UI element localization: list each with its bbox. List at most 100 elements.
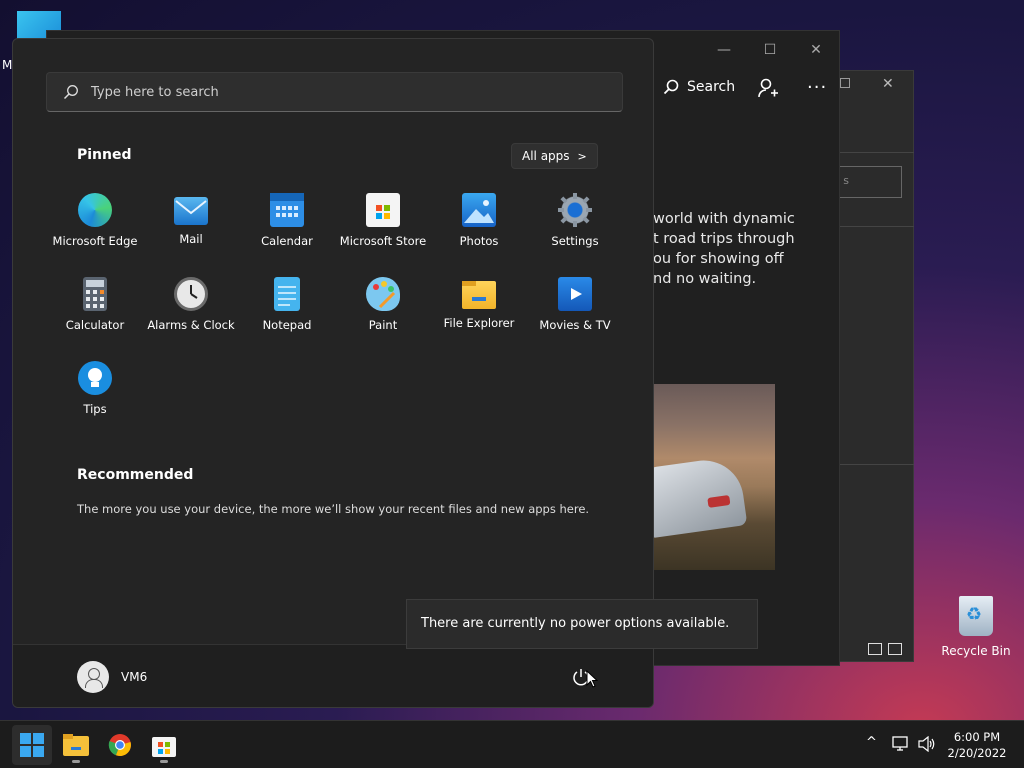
close-icon[interactable]: ✕ xyxy=(801,39,831,61)
article-text: world with dynamic t road trips through … xyxy=(653,209,833,289)
all-apps-button[interactable]: All apps > xyxy=(511,143,598,169)
taskbar-chrome[interactable] xyxy=(100,725,140,765)
tips-icon xyxy=(78,361,112,395)
pinned-app-photos[interactable]: Photos xyxy=(431,189,527,273)
windows-logo-icon xyxy=(20,733,44,757)
pinned-app-movies-tv[interactable]: Movies & TV xyxy=(527,273,623,357)
minimize-icon[interactable]: — xyxy=(709,39,739,61)
calendar-icon xyxy=(270,193,304,227)
article-line: t road trips through xyxy=(653,231,795,247)
clock-time: 6:00 PM xyxy=(953,730,1001,744)
volume-icon[interactable] xyxy=(918,736,936,752)
app-label: Movies & TV xyxy=(539,318,611,332)
add-account-icon[interactable] xyxy=(757,77,779,99)
desktop-app-label: M xyxy=(2,58,13,72)
pinned-app-alarms-clock[interactable]: Alarms & Clock xyxy=(143,273,239,357)
recommended-text: The more you use your device, the more w… xyxy=(77,502,590,516)
store-icon xyxy=(366,193,400,227)
start-search-input[interactable]: Type here to search xyxy=(46,72,623,112)
folder-icon xyxy=(63,734,89,756)
app-label: Tips xyxy=(83,402,107,416)
divider xyxy=(838,464,914,465)
running-indicator xyxy=(72,760,80,763)
start-button[interactable] xyxy=(12,725,52,765)
more-options-icon[interactable]: ··· xyxy=(807,77,827,98)
notepad-icon xyxy=(274,277,300,311)
chrome-icon xyxy=(108,734,131,757)
list-view-icon[interactable] xyxy=(868,643,882,655)
store-search-button[interactable]: Search xyxy=(663,79,735,95)
folder-icon xyxy=(462,281,496,309)
app-label: Calendar xyxy=(261,234,313,248)
app-label: Calculator xyxy=(65,318,125,332)
recommended-title: Recommended xyxy=(77,467,194,483)
game-screenshot[interactable] xyxy=(653,384,775,570)
recycle-bin-label: Recycle Bin xyxy=(941,644,1011,658)
photos-icon xyxy=(462,193,496,227)
pinned-app-settings[interactable]: Settings xyxy=(527,189,623,273)
running-indicator xyxy=(160,760,168,763)
app-label: File Explorer xyxy=(443,316,515,330)
app-label: Alarms & Clock xyxy=(147,318,235,332)
pinned-app-file-explorer[interactable]: File Explorer xyxy=(431,273,527,357)
pinned-app-paint[interactable]: Paint xyxy=(335,273,431,357)
search-label: Search xyxy=(687,79,736,95)
chevron-up-icon[interactable]: ^ xyxy=(866,735,877,750)
taskbar-microsoft-store[interactable] xyxy=(144,725,184,765)
view-toggle[interactable] xyxy=(868,643,902,655)
start-footer: VM6 xyxy=(13,644,653,707)
taskbar: ^ 6:00 PM 2/20/2022 xyxy=(0,720,1024,768)
divider xyxy=(838,152,914,153)
pinned-apps-grid: Microsoft Edge Mail Calendar Microsoft S… xyxy=(47,189,631,441)
search-icon xyxy=(63,85,78,100)
pinned-app-tips[interactable]: Tips xyxy=(47,357,143,441)
taskbar-clock[interactable]: 6:00 PM 2/20/2022 xyxy=(942,729,1012,761)
secondary-window-field[interactable]: s xyxy=(838,166,902,198)
all-apps-label: All apps xyxy=(522,149,570,163)
edge-icon xyxy=(78,193,112,227)
close-icon[interactable]: ✕ xyxy=(882,76,894,92)
app-label: Mail xyxy=(179,232,203,246)
pinned-title: Pinned xyxy=(77,147,132,163)
maximize-icon[interactable] xyxy=(840,78,850,88)
chevron-right-icon: > xyxy=(577,149,587,163)
tile-view-icon[interactable] xyxy=(888,643,902,655)
app-label: Microsoft Edge xyxy=(52,234,138,248)
app-label: Notepad xyxy=(262,318,312,332)
mail-icon xyxy=(174,197,208,225)
pinned-app-calendar[interactable]: Calendar xyxy=(239,189,335,273)
recycle-bin[interactable]: Recycle Bin xyxy=(940,596,1012,658)
search-placeholder: Type here to search xyxy=(91,84,219,100)
car-image xyxy=(653,455,748,539)
article-line: ou for showing off xyxy=(653,251,784,267)
calculator-icon xyxy=(83,277,107,311)
pinned-app-notepad[interactable]: Notepad xyxy=(239,273,335,357)
pinned-app-mail[interactable]: Mail xyxy=(143,189,239,273)
field-partial-text: s xyxy=(843,174,849,187)
taskbar-file-explorer[interactable] xyxy=(56,725,96,765)
app-label: Microsoft Store xyxy=(339,234,427,248)
gear-icon xyxy=(558,193,592,227)
mouse-cursor-icon xyxy=(586,670,598,688)
power-tooltip: There are currently no power options ava… xyxy=(406,599,758,649)
app-label: Paint xyxy=(368,318,398,332)
divider xyxy=(838,226,914,227)
network-icon[interactable] xyxy=(892,736,910,752)
search-icon xyxy=(663,79,679,95)
app-label: Settings xyxy=(551,234,599,248)
pinned-app-microsoft-store[interactable]: Microsoft Store xyxy=(335,189,431,273)
pinned-app-microsoft-edge[interactable]: Microsoft Edge xyxy=(47,189,143,273)
store-icon xyxy=(152,737,176,757)
maximize-icon[interactable]: ☐ xyxy=(755,39,785,61)
paint-icon xyxy=(366,277,400,311)
user-avatar[interactable] xyxy=(77,661,109,693)
clock-date: 2/20/2022 xyxy=(947,746,1007,760)
pinned-app-calculator[interactable]: Calculator xyxy=(47,273,143,357)
movies-icon xyxy=(558,277,592,311)
clock-icon xyxy=(174,277,208,311)
recycle-bin-icon xyxy=(959,596,993,636)
user-name[interactable]: VM6 xyxy=(121,670,147,684)
secondary-window xyxy=(838,70,914,662)
article-line: world with dynamic xyxy=(653,211,795,227)
app-label: Photos xyxy=(459,234,499,248)
